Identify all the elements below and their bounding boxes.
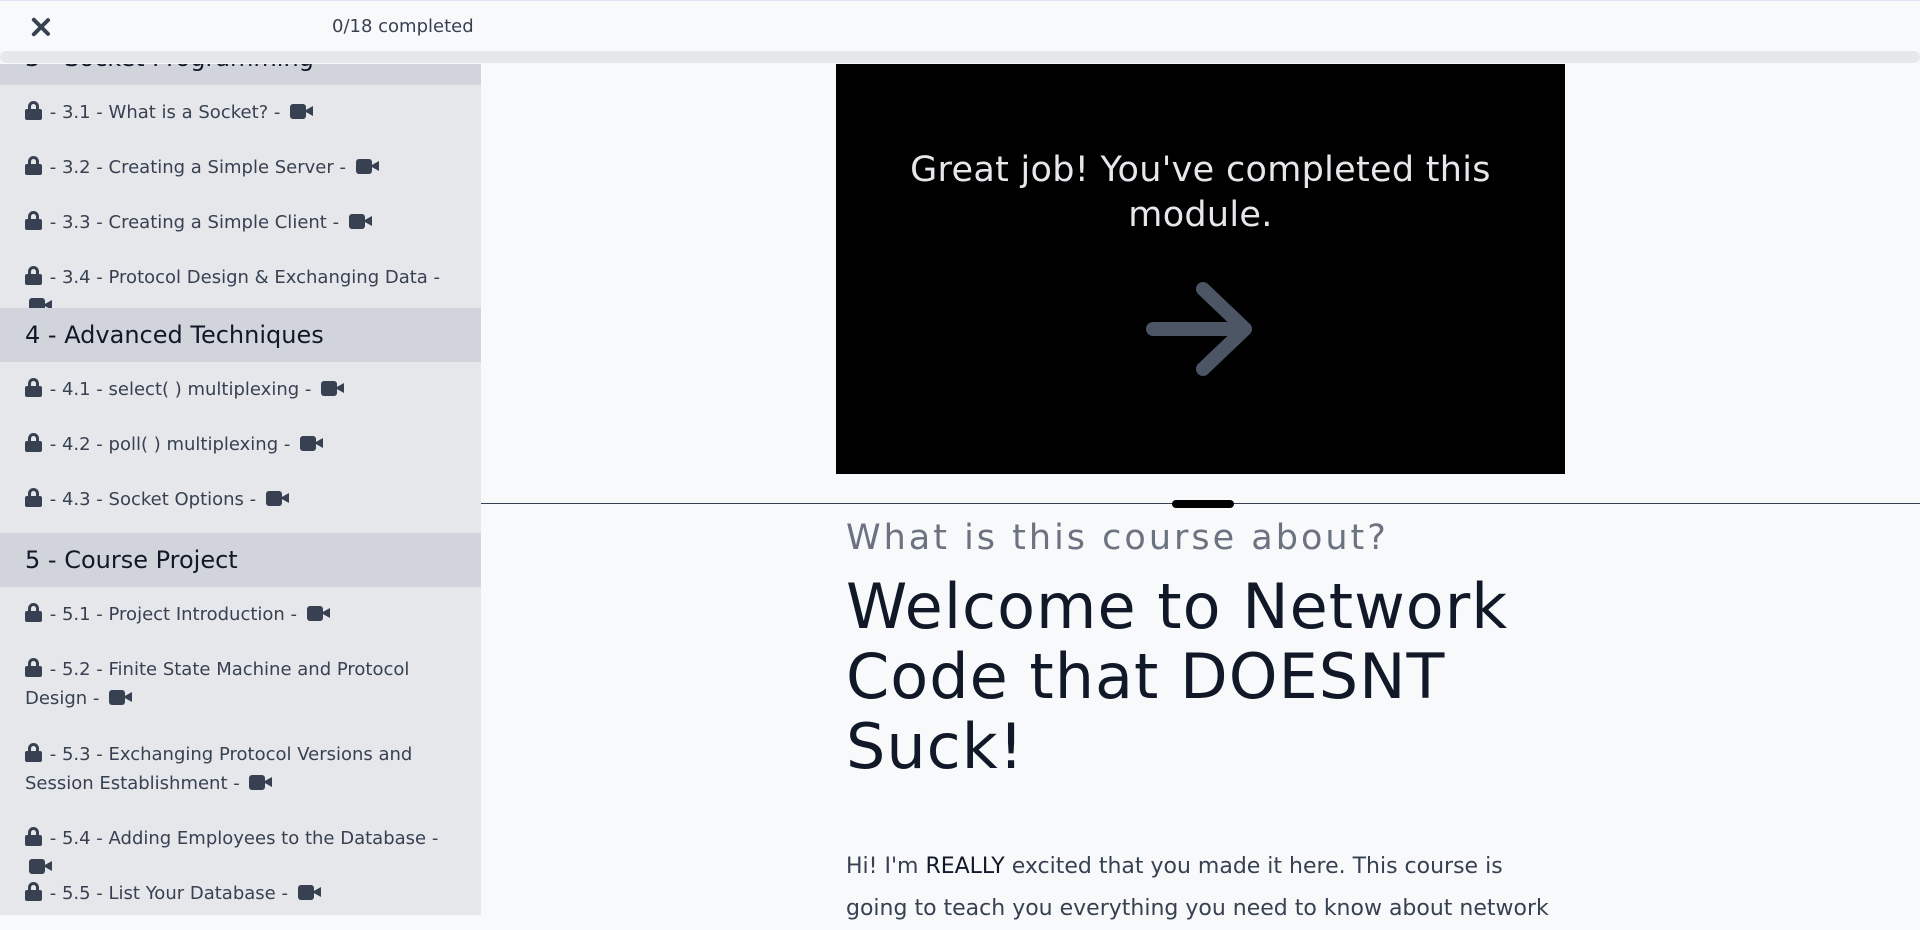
section-header-4[interactable]: 4 - Advanced Techniques [0,308,481,362]
lock-icon [25,101,42,120]
close-icon[interactable] [28,14,54,40]
video-icon [29,859,52,874]
lesson-label: - 3.4 - Protocol Design & Exchanging Dat… [49,267,441,288]
intro-emphasis: REALLY [925,854,1005,879]
intro-prefix: Hi! I'm [846,854,926,879]
video-icon [249,775,273,790]
lesson-label: - 3.1 - What is a Socket? - [49,102,281,123]
lock-icon [25,211,42,230]
video-icon [290,104,314,119]
lock-icon [25,156,42,175]
lock-icon [25,488,42,507]
lesson-item[interactable]: - 4.3 - Socket Options - [25,485,470,514]
video-icon [321,381,345,396]
lesson-label: - 5.3 - Exchanging Protocol Versions and… [25,744,413,794]
lock-icon [25,433,42,452]
course-intro: Hi! I'm REALLY excited that you made it … [846,846,1566,930]
lesson-item[interactable]: - 5.1 - Project Introduction - [25,600,470,629]
lesson-item[interactable]: - 4.1 - select( ) multiplexing - [25,375,470,404]
video-icon [300,436,324,451]
section-title: 5 - Course Project [25,546,238,574]
lock-icon [25,658,42,677]
lesson-item[interactable]: - 5.5 - List Your Database - [25,879,470,908]
lesson-item[interactable]: - 5.3 - Exchanging Protocol Versions and… [25,740,470,798]
section-title: 3 - Socket Programming [25,64,314,72]
lesson-label: - 5.2 - Finite State Machine and Protoco… [25,659,410,709]
section-header-5[interactable]: 5 - Course Project [0,533,481,587]
video-icon [297,885,321,900]
lock-icon [25,827,42,846]
resize-handle[interactable] [1172,500,1234,508]
arrow-right-icon[interactable] [1145,281,1257,377]
lesson-item[interactable]: - 4.2 - poll( ) multiplexing - [25,430,470,459]
lesson-label: - 3.2 - Creating a Simple Server - [49,157,346,178]
section-title: 4 - Advanced Techniques [25,321,324,349]
course-sidebar: 3 - Socket Programming - 3.1 - What is a… [0,64,481,915]
lesson-item[interactable]: - 5.2 - Finite State Machine and Protoco… [25,655,470,713]
video-icon [109,690,133,705]
lock-icon [25,266,42,285]
lesson-item[interactable]: - 3.2 - Creating a Simple Server - [25,153,470,182]
course-kicker: What is this course about? [846,518,1389,558]
progress-text: 0/18 completed [332,16,474,37]
lesson-label: - 4.2 - poll( ) multiplexing - [49,434,291,455]
lesson-label: - 4.3 - Socket Options - [49,489,257,510]
lock-icon [25,378,42,397]
lock-icon [25,743,42,762]
lesson-item[interactable]: - 5.4 - Adding Employees to the Database… [25,824,470,882]
video-player[interactable]: Great job! You've completed this module. [836,64,1565,474]
video-icon [355,159,379,174]
course-title: Welcome to Network Code that DOESNT Suck… [846,570,1509,783]
top-bar: 0/18 completed [0,0,1920,52]
lesson-item[interactable]: - 3.1 - What is a Socket? - [25,98,470,127]
lock-icon [25,882,42,901]
lesson-label: - 5.1 - Project Introduction - [49,604,298,625]
lesson-label: - 5.4 - Adding Employees to the Database… [49,828,439,849]
lesson-label: - 5.5 - List Your Database - [49,883,288,904]
video-icon [348,214,372,229]
video-icon [306,606,330,621]
lesson-item[interactable]: - 3.3 - Creating a Simple Client - [25,208,470,237]
video-icon [265,491,289,506]
lesson-label: - 3.3 - Creating a Simple Client - [49,212,340,233]
completion-message: Great job! You've completed this module. [910,150,1491,235]
lesson-label: - 4.1 - select( ) multiplexing - [49,379,312,400]
section-header-3[interactable]: 3 - Socket Programming [0,64,481,85]
lock-icon [25,603,42,622]
progress-bar [0,51,1920,63]
